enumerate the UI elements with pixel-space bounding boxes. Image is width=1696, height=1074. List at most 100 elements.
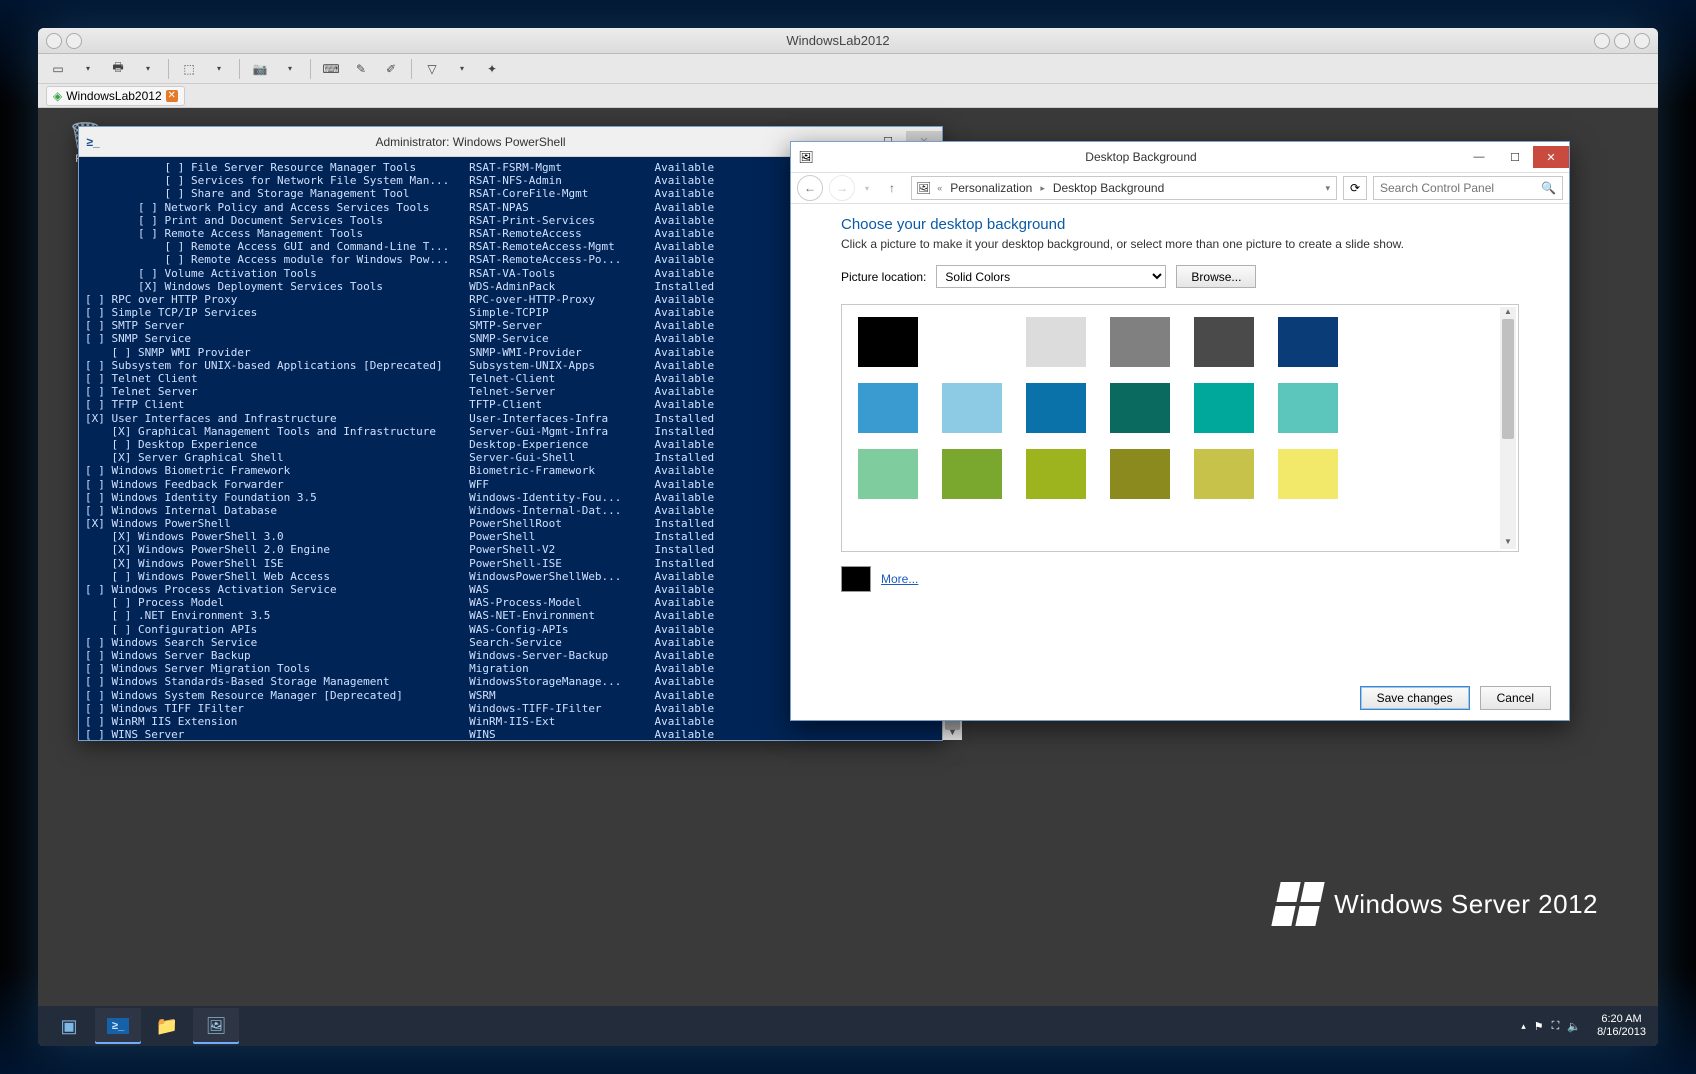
vm-tab-label: WindowsLab2012 — [66, 89, 161, 103]
breadcrumb-item[interactable]: Desktop Background — [1051, 181, 1166, 195]
disk-icon[interactable]: ⬚ — [179, 59, 199, 79]
taskbar-server-manager[interactable]: ▣ — [46, 1008, 92, 1044]
taskbar-explorer[interactable]: 📁 — [144, 1008, 190, 1044]
wand-icon[interactable]: ✎ — [351, 59, 371, 79]
minimize-button[interactable]: — — [1461, 146, 1497, 168]
color-swatch[interactable] — [858, 317, 918, 367]
tray-volume-icon[interactable]: 🔈 — [1567, 1020, 1581, 1033]
separator — [239, 59, 240, 79]
color-swatch[interactable] — [942, 449, 1002, 499]
tab-close-button[interactable]: ✕ — [166, 90, 178, 102]
host-pin-icon[interactable] — [66, 33, 82, 49]
desktop-branding: Windows Server 2012 — [1276, 882, 1598, 926]
dropdown-icon[interactable]: ▾ — [209, 59, 229, 79]
color-swatch[interactable] — [1194, 449, 1254, 499]
powershell-icon: ≥_ — [107, 1018, 129, 1034]
cp-titlebar[interactable]: 🖼 Desktop Background — ☐ ✕ — [791, 142, 1569, 172]
system-tray: ▴ ⚑ ⛶ 🔈 6:20 AM 8/16/2013 — [1521, 1013, 1650, 1039]
sparkle-icon[interactable]: ✦ — [482, 59, 502, 79]
breadcrumb-item[interactable]: Personalization — [948, 181, 1034, 195]
cancel-button[interactable]: Cancel — [1480, 686, 1551, 710]
chevron-right-icon: ▸ — [1038, 183, 1047, 194]
nav-history-dropdown[interactable]: ▾ — [861, 175, 873, 201]
color-swatch[interactable] — [1278, 449, 1338, 499]
guest-desktop[interactable]: 🗑 Rec Windows Server 2012 ≥_ Administrat… — [38, 108, 1658, 1046]
color-swatch[interactable] — [1194, 317, 1254, 367]
tray-time[interactable]: 6:20 AM — [1597, 1013, 1646, 1026]
picture-location-label: Picture location: — [841, 270, 926, 284]
keyboard-icon[interactable]: ⌨ — [321, 59, 341, 79]
color-swatch[interactable] — [1026, 317, 1086, 367]
scroll-down-icon[interactable]: ▼ — [943, 724, 962, 740]
dropdown-icon[interactable]: ▾ — [78, 59, 98, 79]
host-close-button[interactable] — [1634, 33, 1650, 49]
color-swatch[interactable] — [1110, 383, 1170, 433]
personalization-icon: 🖼 — [206, 1016, 226, 1036]
close-button[interactable]: ✕ — [1533, 146, 1569, 168]
search-box[interactable]: 🔍 — [1373, 176, 1563, 200]
refresh-button[interactable]: ⟳ — [1343, 176, 1367, 200]
color-swatch[interactable] — [1110, 449, 1170, 499]
more-colors-link[interactable]: More... — [881, 572, 918, 586]
vm-tab-icon: ◈ — [53, 89, 62, 103]
chevron-down-icon[interactable]: ▾ — [1323, 183, 1332, 194]
color-swatch[interactable] — [1278, 317, 1338, 367]
powershell-title: Administrator: Windows PowerShell — [107, 135, 834, 149]
color-swatch[interactable] — [1110, 317, 1170, 367]
powershell-icon: ≥_ — [79, 135, 107, 149]
dropdown-icon[interactable]: ▾ — [280, 59, 300, 79]
camera-icon[interactable]: 📷 — [250, 59, 270, 79]
picture-location-select[interactable]: Solid Colors — [936, 265, 1166, 288]
scroll-thumb[interactable] — [1502, 319, 1514, 439]
server-manager-icon: ▣ — [60, 1016, 77, 1037]
folder-icon: 📁 — [156, 1016, 178, 1037]
separator — [310, 59, 311, 79]
color-swatch[interactable] — [858, 383, 918, 433]
current-color-swatch — [841, 566, 871, 592]
taskbar-control-panel[interactable]: 🖼 — [193, 1008, 239, 1044]
vm-tab[interactable]: ◈ WindowsLab2012 ✕ — [46, 86, 185, 106]
vm-host-toolbar: ▭ ▾ 🖶 ▾ ⬚ ▾ 📷 ▾ ⌨ ✎ ✐ ▽ ▾ ✦ — [38, 54, 1658, 84]
color-swatch[interactable] — [1026, 449, 1086, 499]
host-minimize-button[interactable] — [1594, 33, 1610, 49]
tray-date[interactable]: 8/16/2013 — [1597, 1026, 1646, 1039]
vm-host-titlebar[interactable]: WindowsLab2012 — [38, 28, 1658, 54]
color-swatch[interactable] — [1278, 383, 1338, 433]
color-swatch[interactable] — [1194, 383, 1254, 433]
tray-network-icon[interactable]: ⛶ — [1552, 1020, 1560, 1033]
scroll-up-icon[interactable]: ▲ — [1500, 307, 1516, 319]
dropdown-icon[interactable]: ▾ — [452, 59, 472, 79]
host-maximize-button[interactable] — [1614, 33, 1630, 49]
taskbar-powershell[interactable]: ≥_ — [95, 1008, 141, 1044]
color-swatch[interactable] — [942, 383, 1002, 433]
panel-scrollbar[interactable]: ▲ ▼ — [1500, 307, 1516, 549]
nav-up-button[interactable]: ↑ — [879, 175, 905, 201]
browse-button[interactable]: Browse... — [1176, 265, 1256, 288]
vm-host-window: WindowsLab2012 ▭ ▾ 🖶 ▾ ⬚ ▾ 📷 ▾ ⌨ ✎ ✐ ▽ ▾… — [38, 28, 1658, 1046]
cp-title: Desktop Background — [821, 150, 1461, 164]
page-heading: Choose your desktop background — [841, 216, 1519, 233]
address-bar: ← → ▾ ↑ 🖼 « Personalization ▸ Desktop Ba… — [791, 172, 1569, 204]
taskbar: ▣ ≥_ 📁 🖼 ▴ ⚑ ⛶ 🔈 6:20 AM 8/16/2013 — [38, 1006, 1658, 1046]
host-menu-icon[interactable] — [46, 33, 62, 49]
save-changes-button[interactable]: Save changes — [1360, 686, 1470, 710]
scroll-down-icon[interactable]: ▼ — [1500, 537, 1516, 549]
color-swatch-panel: ▲ ▼ — [841, 304, 1519, 552]
search-icon[interactable]: 🔍 — [1541, 181, 1556, 195]
color-swatch[interactable] — [1026, 383, 1086, 433]
nav-forward-button[interactable]: → — [829, 175, 855, 201]
maximize-button[interactable]: ☐ — [1497, 146, 1533, 168]
breadcrumb[interactable]: 🖼 « Personalization ▸ Desktop Background… — [911, 176, 1337, 200]
filter-icon[interactable]: ▽ — [422, 59, 442, 79]
nav-back-button[interactable]: ← — [797, 175, 823, 201]
page-subtext: Click a picture to make it your desktop … — [841, 237, 1519, 251]
tray-chevron-up-icon[interactable]: ▴ — [1521, 1021, 1526, 1032]
search-input[interactable] — [1380, 181, 1541, 195]
chevron-left-icon: « — [935, 183, 944, 193]
print-icon[interactable]: 🖶 — [108, 59, 128, 79]
dropdown-icon[interactable]: ▾ — [138, 59, 158, 79]
tray-flag-icon[interactable]: ⚑ — [1534, 1020, 1544, 1033]
color-swatch[interactable] — [858, 449, 918, 499]
brush-icon[interactable]: ✐ — [381, 59, 401, 79]
fullscreen-icon[interactable]: ▭ — [48, 59, 68, 79]
